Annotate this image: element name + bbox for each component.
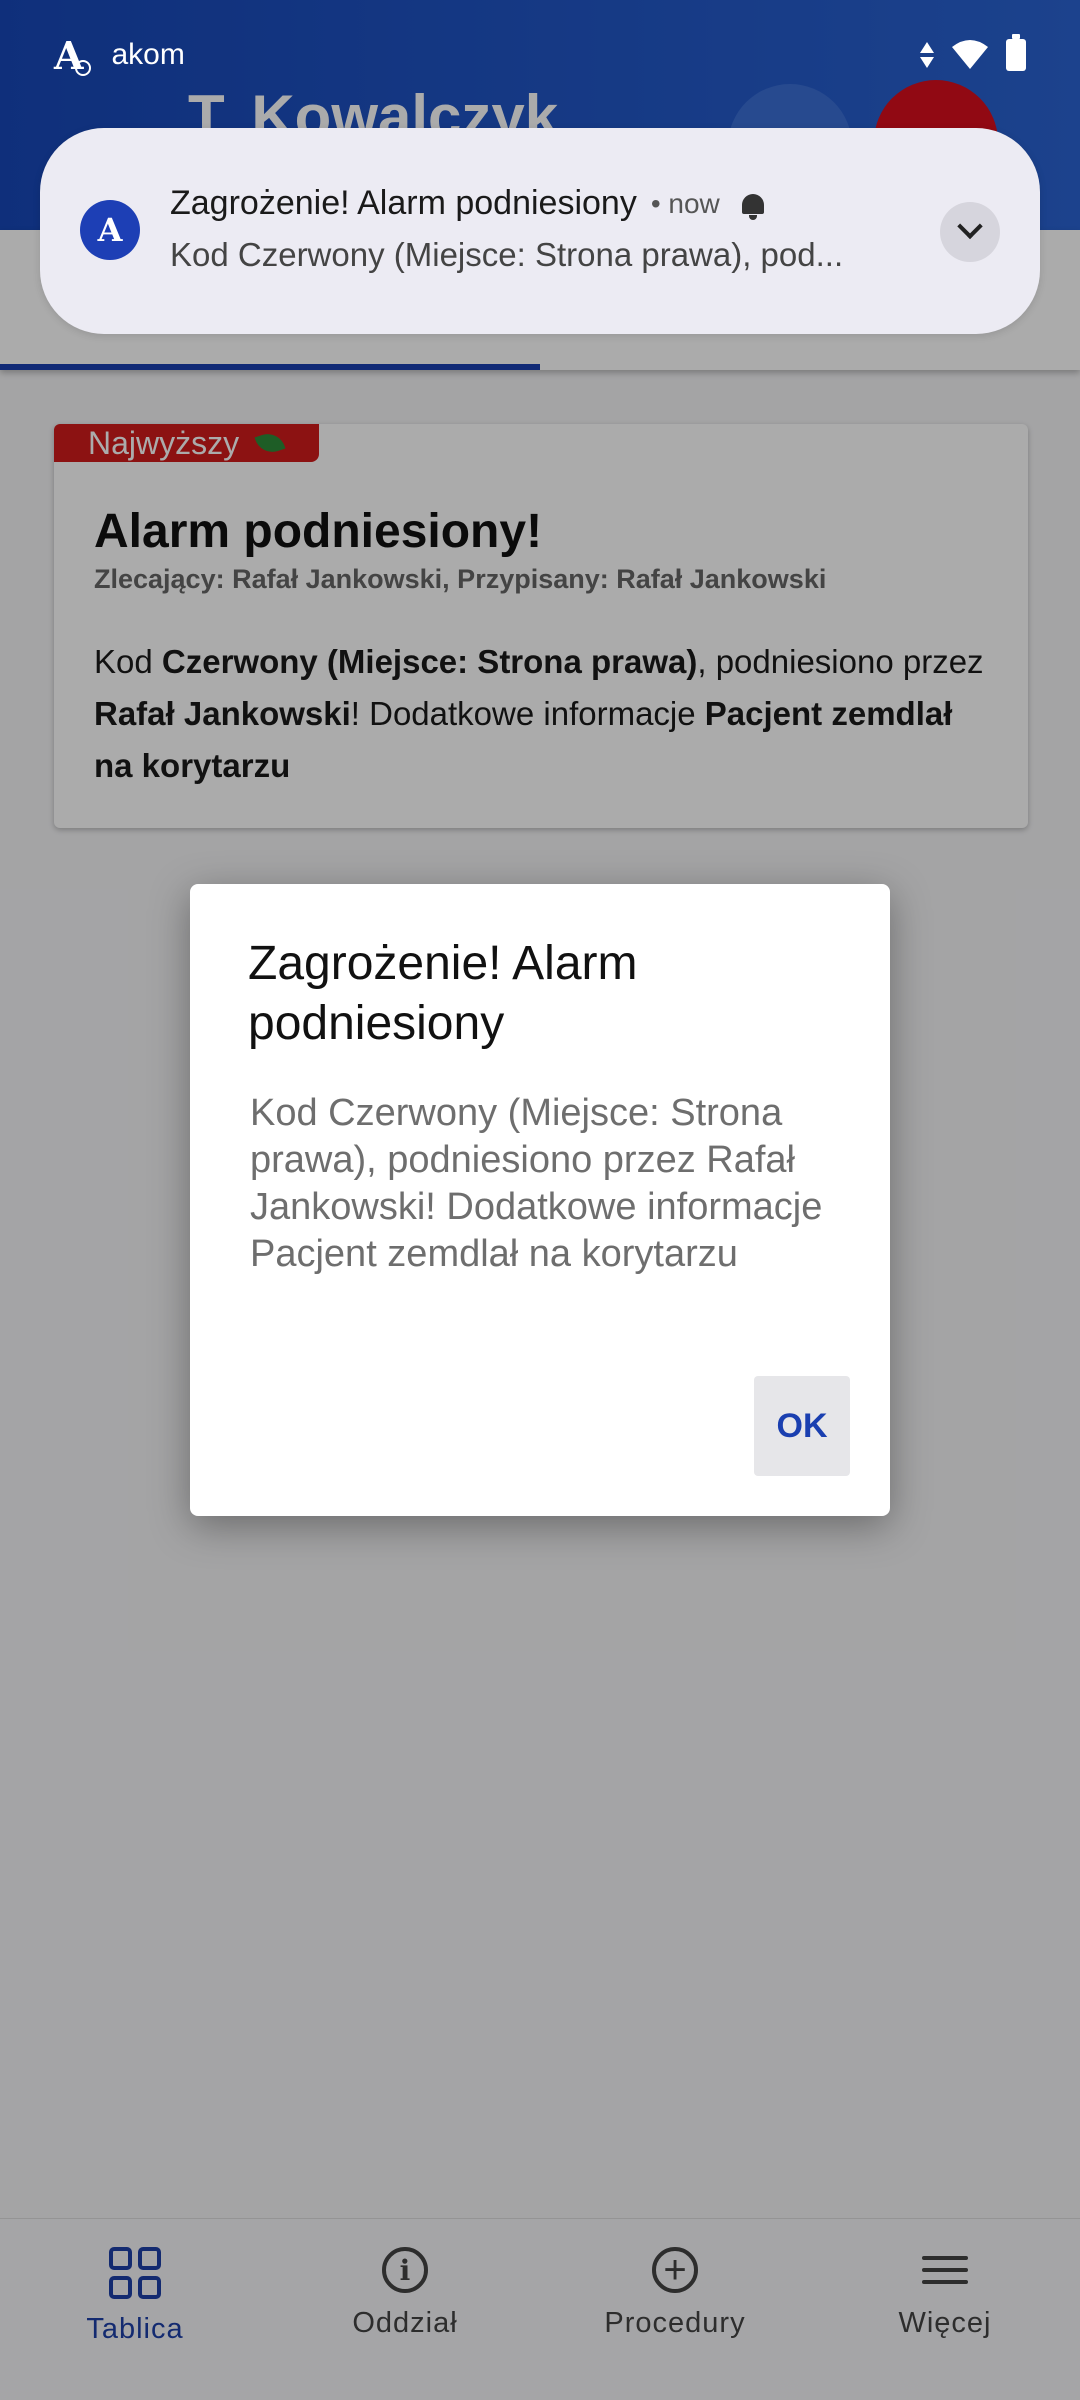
notification-header: Zagrożenie! Alarm podniesiony • now: [170, 184, 764, 223]
ok-button[interactable]: OK: [754, 1376, 850, 1476]
notification-app-icon: A: [80, 200, 140, 260]
notification-text: Kod Czerwony (Miejsce: Strona prawa), po…: [170, 236, 844, 273]
notification-title: Zagrożenie! Alarm podniesiony: [170, 184, 637, 222]
battery-icon: [1006, 34, 1026, 71]
chevron-down-icon: [957, 213, 983, 240]
data-activity-icon: [920, 42, 934, 68]
heads-up-notification[interactable]: A Zagrożenie! Alarm podniesiony • now Ko…: [40, 128, 1040, 334]
dialog-title: Zagrożenie! Alarm podniesiony: [248, 937, 638, 1050]
alert-dialog: Zagrożenie! Alarm podniesiony Kod Czerwo…: [190, 884, 890, 1516]
expand-notification-button[interactable]: [940, 202, 1000, 262]
app-logo: A: [54, 32, 93, 78]
dialog-message: Kod Czerwony (Miejsce: Strona prawa), po…: [250, 1092, 823, 1275]
bell-icon: [741, 193, 764, 220]
wifi-icon: [952, 40, 988, 69]
status-icons: [920, 34, 1026, 71]
status-app-name: akom: [111, 38, 185, 71]
notification-time: • now: [650, 187, 720, 219]
status-bar: A akom: [0, 0, 1080, 110]
